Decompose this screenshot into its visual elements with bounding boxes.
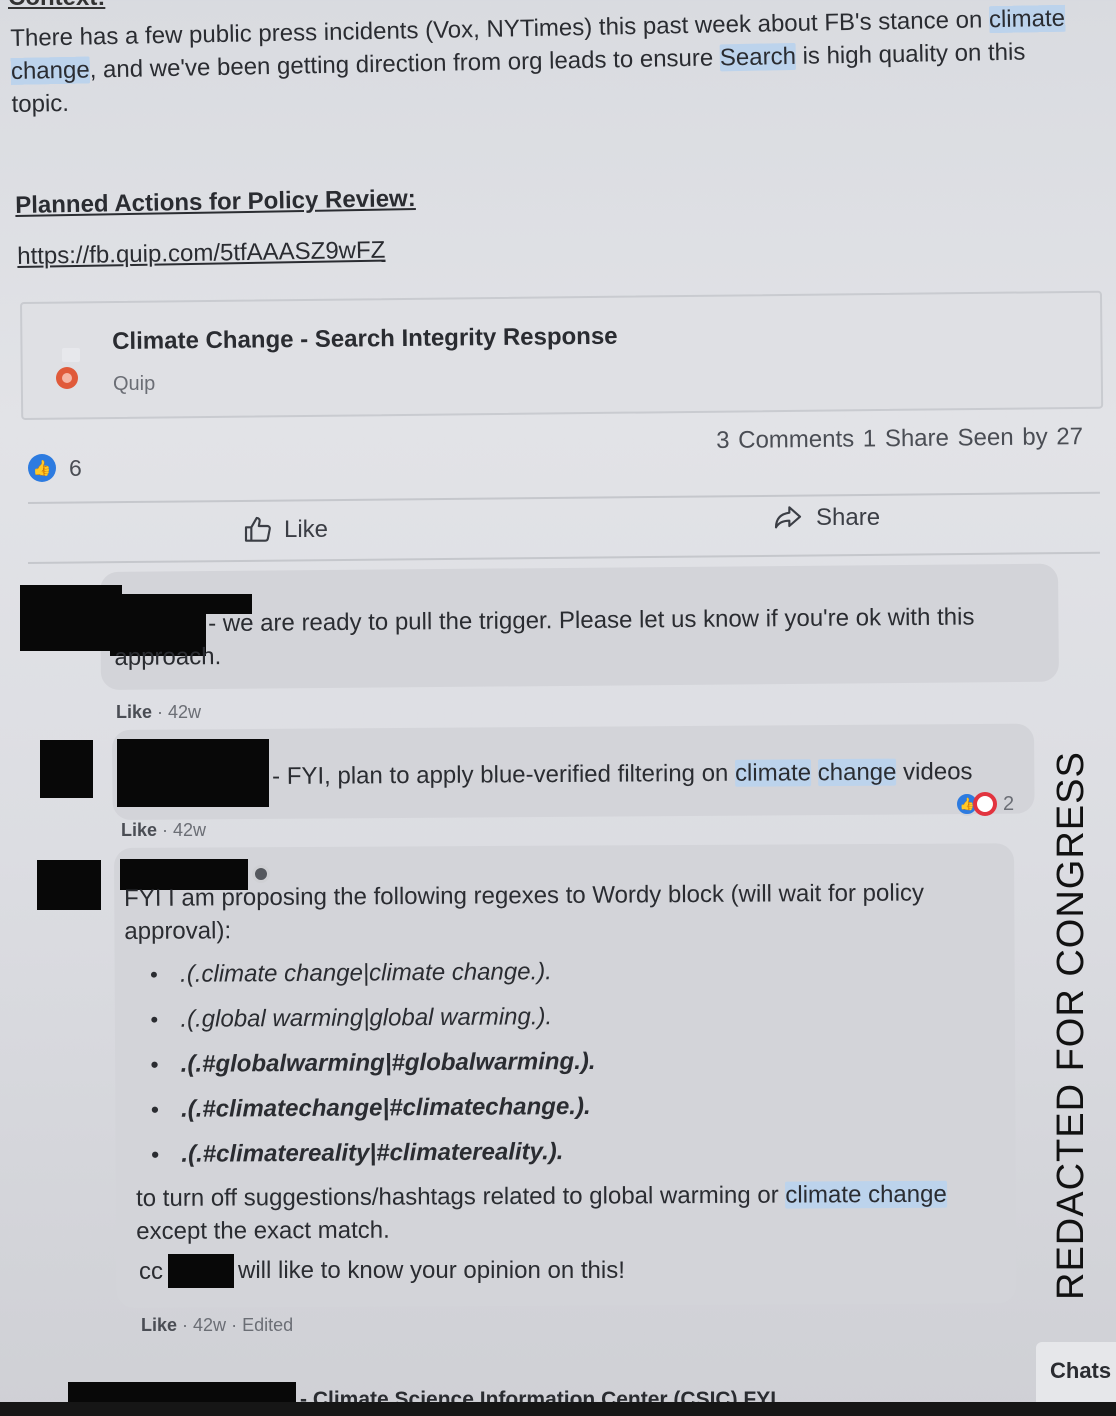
post-body-part: , and we've been getting direction from … [89, 44, 714, 84]
redaction-stamp: REDACTED FOR CONGRESS [1050, 751, 1092, 1300]
regex-item: .(.global warming|global warming.). [150, 1000, 595, 1048]
link-card-title[interactable]: Climate Change - Search Integrity Respon… [112, 323, 618, 356]
post-body: There has a few public press incidents (… [10, 2, 1072, 121]
comment-reaction-count: 2 [1003, 792, 1015, 815]
redacted-mention [168, 1254, 234, 1288]
card-thumbnail [62, 348, 80, 362]
comment-text-part: to turn off suggestions/hashtags related… [136, 1181, 779, 1212]
comment-like-link[interactable]: Like [121, 820, 157, 840]
comment-like-link[interactable]: Like [116, 702, 152, 722]
highlighted-term: Search [719, 42, 797, 72]
comment-text-part: - FYI, plan to apply blue-verified filte… [272, 759, 729, 790]
highlighted-term: climate change [785, 1180, 947, 1209]
comment-text-part: except the exact match. [136, 1216, 390, 1245]
comment-time[interactable]: 42w [173, 820, 206, 840]
thumbs-up-outline-icon [244, 516, 271, 542]
highlighted-term: change [817, 758, 897, 787]
comments-count[interactable]: 3 Comments [716, 426, 854, 454]
comment-time[interactable]: 42w [168, 702, 201, 722]
section-heading: Context: [8, 0, 105, 12]
link-preview-card[interactable] [20, 290, 1104, 420]
like-button[interactable]: Like [242, 514, 328, 546]
quip-icon [56, 367, 78, 389]
regex-item: .(.#climatereality|#climatereality.). [151, 1135, 596, 1183]
care-reaction-icon [973, 792, 997, 816]
cc-label: cc [139, 1258, 163, 1285]
divider [28, 491, 1100, 504]
comment-edited: Edited [242, 1315, 294, 1335]
comment-outro: to turn off suggestions/hashtags related… [136, 1177, 1006, 1248]
share-button[interactable]: Share [772, 502, 880, 534]
comment-text: - we are ready to pull the trigger. Plea… [114, 603, 975, 671]
divider [28, 551, 1100, 564]
highlighted-term: climate [734, 759, 812, 787]
comment-text: - FYI, plan to apply blue-verified filte… [272, 755, 1032, 793]
regex-item: .(.#globalwarming|#globalwarming.). [151, 1045, 596, 1093]
comment-meta: Like · 42w [121, 820, 207, 840]
planned-actions-heading: Planned Actions for Policy Review: [15, 185, 416, 219]
shares-count[interactable]: 1 Share [863, 425, 949, 453]
post-stats: 3 Comments 1 Share Seen by 27 [716, 423, 1083, 455]
share-arrow-icon [774, 506, 802, 529]
comment-meta: Like · 42w · Edited [141, 1315, 294, 1335]
comment-text-part: videos [903, 758, 973, 786]
regex-list: .(.climate change|climate change.). .(.g… [150, 955, 596, 1183]
redacted-avatar [20, 585, 122, 651]
regex-item: .(.#climatechange|#climatechange.). [151, 1090, 596, 1138]
like-button-label: Like [284, 516, 329, 543]
link-card-source: Quip [113, 373, 156, 395]
thumbs-up-icon[interactable]: 👍 [28, 454, 56, 482]
comment-like-link[interactable]: Like [141, 1315, 177, 1335]
redacted-name [117, 739, 269, 807]
comment-time[interactable]: 42w [193, 1315, 226, 1335]
seen-count[interactable]: Seen by 27 [957, 423, 1083, 451]
redacted-avatar [40, 740, 93, 798]
chats-button[interactable]: Chats [1036, 1342, 1116, 1402]
quip-link[interactable]: https://fb.quip.com/5tfAAASZ9wFZ [17, 237, 386, 271]
comment-reactions[interactable]: 👍 2 [955, 792, 1014, 816]
regex-item: .(.climate change|climate change.). [150, 955, 595, 1003]
comment-intro: FYI I am proposing the following regexes… [124, 879, 925, 945]
share-button-label: Share [816, 504, 881, 531]
cc-text: will like to know your opinion on this! [238, 1257, 625, 1284]
redacted-avatar [37, 860, 101, 910]
screen-bezel [0, 1402, 1116, 1416]
reaction-count[interactable]: 6 [69, 455, 82, 482]
comment-meta: Like · 42w [116, 702, 202, 722]
